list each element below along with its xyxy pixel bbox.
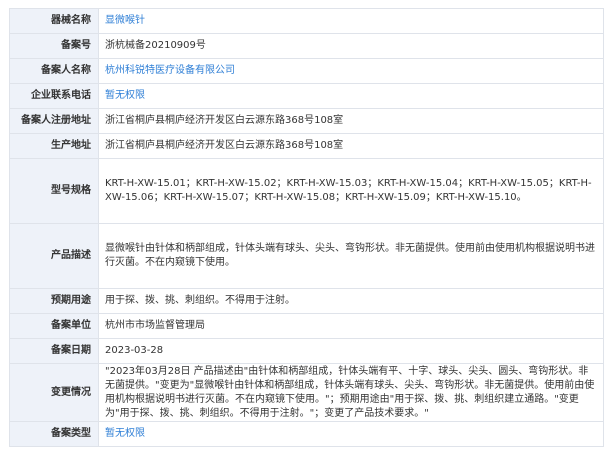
device-name-link[interactable]: 显微喉针 xyxy=(98,8,604,34)
record-date-label: 备案日期 xyxy=(9,338,99,364)
row-model-spec: 型号规格 KRT-H-XW-15.01；KRT-H-XW-15.02；KRT-H… xyxy=(9,158,604,224)
record-type-label: 备案类型 xyxy=(9,421,99,447)
row-record-number: 备案号 浙杭械备20210909号 xyxy=(9,33,604,59)
model-spec-value: KRT-H-XW-15.01；KRT-H-XW-15.02；KRT-H-XW-1… xyxy=(98,158,604,224)
record-number-label: 备案号 xyxy=(9,33,99,59)
row-contact-phone: 企业联系电话 暂无权限 xyxy=(9,83,604,109)
contact-phone-link[interactable]: 暂无权限 xyxy=(98,83,604,109)
product-description-value: 显微喉针由针体和柄部组成，针体头端有球头、尖头、弯钩形状。非无菌提供。使用前由使… xyxy=(98,223,604,289)
row-registered-address: 备案人注册地址 浙江省桐庐县桐庐经济开发区白云源东路368号108室 xyxy=(9,108,604,134)
registrant-name-label: 备案人名称 xyxy=(9,58,99,84)
row-change-history: 变更情况 "2023年03月28日 产品描述由"由针体和柄部组成，针体头端有平、… xyxy=(9,363,604,422)
registered-address-value: 浙江省桐庐县桐庐经济开发区白云源东路368号108室 xyxy=(98,108,604,134)
intended-use-value: 用于探、拨、挑、刺组织。不得用于注射。 xyxy=(98,288,604,314)
row-record-unit: 备案单位 杭州市市场监督管理局 xyxy=(9,313,604,339)
device-name-label: 器械名称 xyxy=(9,8,99,34)
record-type-link[interactable]: 暂无权限 xyxy=(98,421,604,447)
row-registrant-name: 备案人名称 杭州科锐特医疗设备有限公司 xyxy=(9,58,604,84)
row-device-name: 器械名称 显微喉针 xyxy=(9,8,604,34)
change-history-value: "2023年03月28日 产品描述由"由针体和柄部组成，针体头端有平、十字、球头… xyxy=(98,363,604,422)
record-detail: 器械名称 显微喉针 备案号 浙杭械备20210909号 备案人名称 杭州科锐特医… xyxy=(9,8,604,447)
record-unit-label: 备案单位 xyxy=(9,313,99,339)
row-production-address: 生产地址 浙江省桐庐县桐庐经济开发区白云源东路368号108室 xyxy=(9,133,604,159)
intended-use-label: 预期用途 xyxy=(9,288,99,314)
row-record-type: 备案类型 暂无权限 xyxy=(9,421,604,447)
registrant-name-link[interactable]: 杭州科锐特医疗设备有限公司 xyxy=(98,58,604,84)
registered-address-label: 备案人注册地址 xyxy=(9,108,99,134)
production-address-label: 生产地址 xyxy=(9,133,99,159)
record-number-value: 浙杭械备20210909号 xyxy=(98,33,604,59)
row-record-date: 备案日期 2023-03-28 xyxy=(9,338,604,364)
product-description-label: 产品描述 xyxy=(9,223,99,289)
change-history-label: 变更情况 xyxy=(9,363,99,422)
production-address-value: 浙江省桐庐县桐庐经济开发区白云源东路368号108室 xyxy=(98,133,604,159)
record-table: 器械名称 显微喉针 备案号 浙杭械备20210909号 备案人名称 杭州科锐特医… xyxy=(9,8,604,447)
record-date-value: 2023-03-28 xyxy=(98,338,604,364)
model-spec-label: 型号规格 xyxy=(9,158,99,224)
row-intended-use: 预期用途 用于探、拨、挑、刺组织。不得用于注射。 xyxy=(9,288,604,314)
row-product-description: 产品描述 显微喉针由针体和柄部组成，针体头端有球头、尖头、弯钩形状。非无菌提供。… xyxy=(9,223,604,289)
record-unit-value: 杭州市市场监督管理局 xyxy=(98,313,604,339)
contact-phone-label: 企业联系电话 xyxy=(9,83,99,109)
